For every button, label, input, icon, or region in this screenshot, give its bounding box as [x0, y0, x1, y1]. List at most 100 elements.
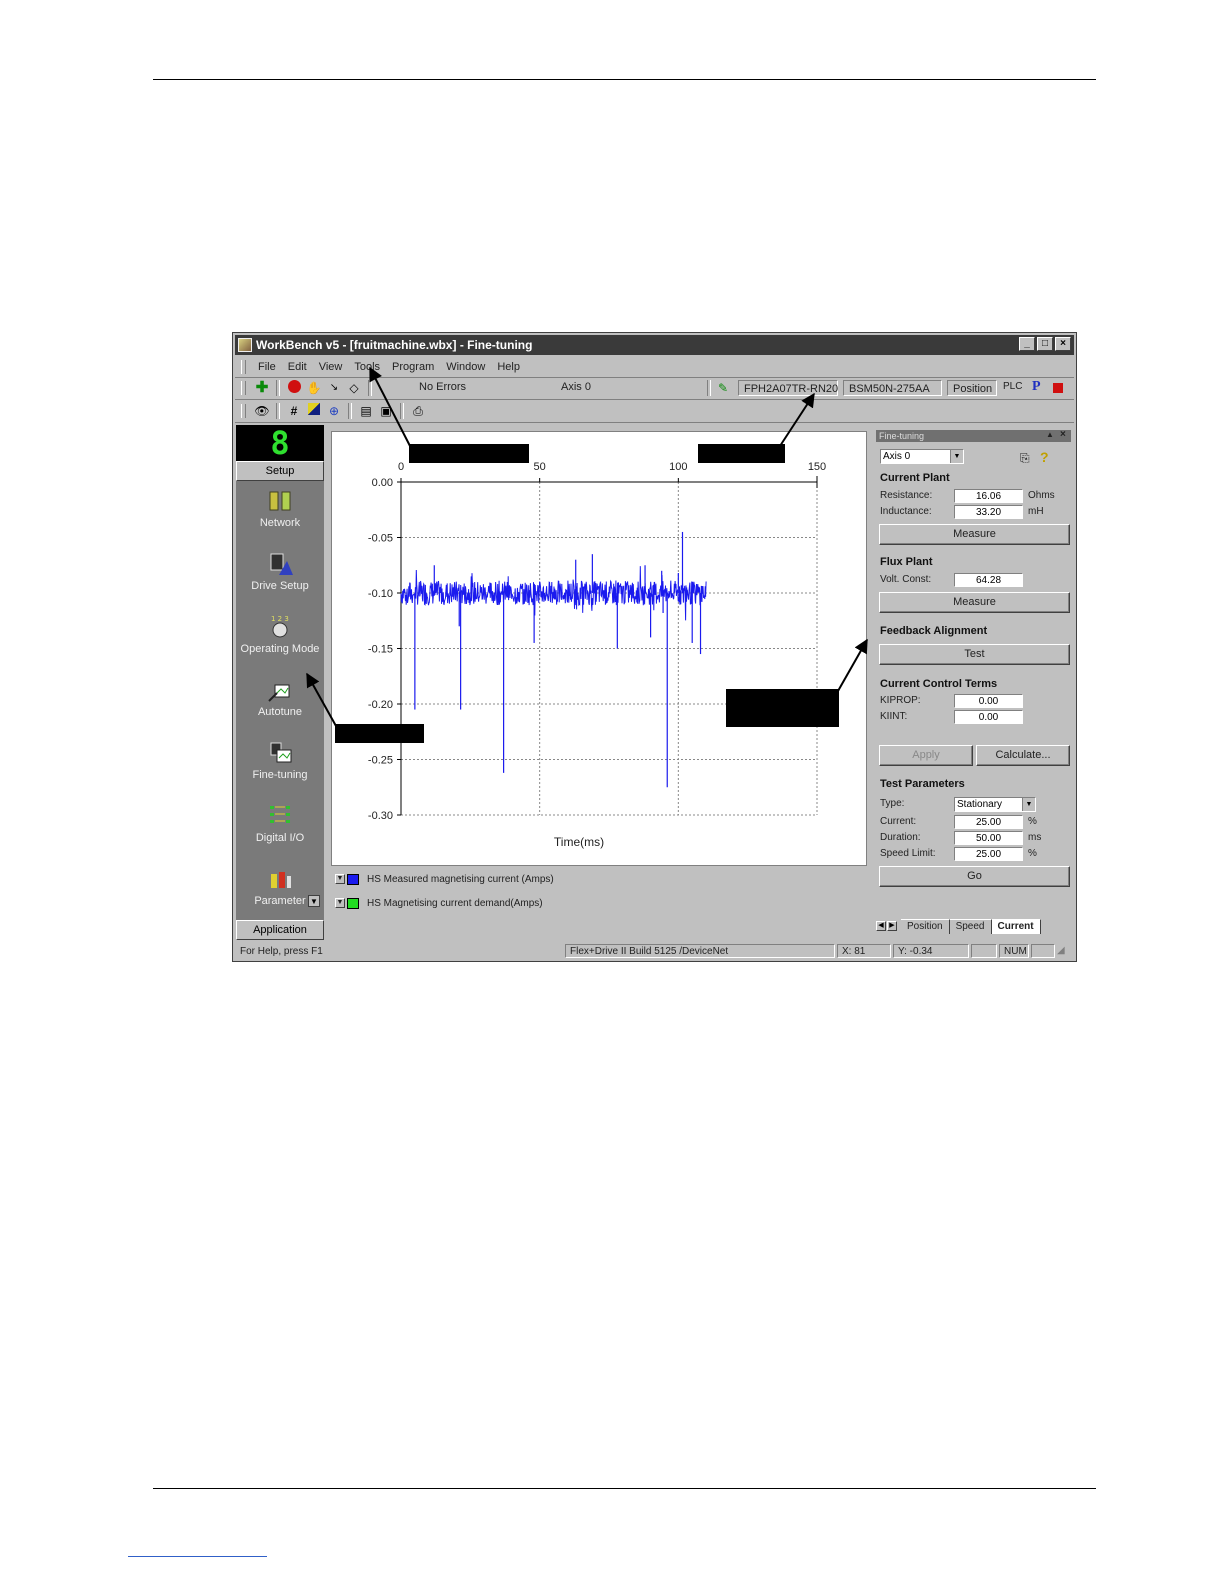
reset-icon[interactable]: ↘: [326, 380, 342, 396]
kiint-label: KIINT:: [880, 711, 908, 722]
panel-collapse-icon[interactable]: ▲: [1046, 430, 1054, 439]
grid-icon[interactable]: #: [286, 403, 302, 419]
header-rule: [153, 79, 1096, 80]
tab-scroll-right-icon[interactable]: ▶: [887, 921, 897, 931]
hand-icon[interactable]: ✋: [306, 380, 322, 396]
close-icon[interactable]: ×: [1055, 337, 1071, 351]
legend-item[interactable]: ▼ HS Magnetising current demand(Amps): [331, 895, 543, 911]
tab-scroll-left-icon[interactable]: ◀: [876, 921, 886, 931]
kiprop-field[interactable]: 0.00: [954, 694, 1023, 708]
stop-icon[interactable]: [286, 380, 302, 396]
app-icon: [238, 338, 252, 352]
sidebar-item-parameter[interactable]: Parameter ▼: [236, 865, 324, 907]
apply-button[interactable]: Apply: [879, 745, 973, 766]
legend-item[interactable]: ▼ HS Measured magnetising current (Amps): [331, 871, 554, 887]
inductance-field[interactable]: 33.20: [954, 505, 1023, 519]
sidebar-scroll-down-icon[interactable]: ▼: [308, 895, 320, 907]
sidebar-item-network[interactable]: Network: [236, 487, 324, 529]
duration-field[interactable]: 50.00: [954, 831, 1023, 845]
save-icon[interactable]: ▣: [378, 403, 394, 419]
sidebar-item-operating-mode[interactable]: 1 2 3 Operating Mode: [236, 613, 324, 655]
setup-header[interactable]: Setup: [236, 461, 324, 481]
eraser-icon[interactable]: ◇: [346, 380, 362, 396]
motor-model-field[interactable]: BSM50N-275AA: [843, 380, 942, 396]
chevron-down-icon: ▼: [950, 450, 963, 463]
type-label: Type:: [880, 798, 905, 809]
menu-program[interactable]: Program: [386, 361, 440, 373]
duration-label: Duration:: [880, 832, 921, 843]
footer-link-underline[interactable]: [128, 1556, 267, 1557]
y-tick-label: -0.30: [368, 810, 393, 822]
kiint-field[interactable]: 0.00: [954, 710, 1023, 724]
feedback-alignment-heading: Feedback Alignment: [880, 625, 988, 637]
record-icon[interactable]: [1053, 383, 1063, 393]
svg-text:1 2 3: 1 2 3: [271, 615, 289, 623]
axis-select[interactable]: Axis 0 ▼: [880, 449, 964, 464]
test-parameters-heading: Test Parameters: [880, 778, 965, 790]
status-bar: For Help, press F1 Flex+Drive II Build 5…: [235, 942, 1074, 959]
open-icon[interactable]: ▤: [358, 403, 374, 419]
current-plot[interactable]: 0 50 100 150 0.00 -0.05 -0.10 -0.15 -0.20 -0.25 -0…: [332, 432, 866, 865]
redaction-box: [335, 724, 424, 743]
application-header[interactable]: Application: [236, 920, 324, 940]
p-label[interactable]: P: [1032, 379, 1041, 395]
type-select[interactable]: Stationary ▼: [954, 797, 1036, 812]
drive-model-field[interactable]: FPH2A07TR-RN20: [738, 380, 838, 396]
copy-icon[interactable]: ⎘: [1020, 451, 1030, 466]
parameter-icon: [266, 865, 294, 893]
inductance-label: Inductance:: [880, 506, 932, 517]
menu-file[interactable]: File: [252, 361, 282, 373]
add-icon[interactable]: ✚: [254, 380, 270, 396]
menu-edit[interactable]: Edit: [282, 361, 313, 373]
window-title: WorkBench v5 - [fruitmachine.wbx] - Fine…: [256, 338, 533, 352]
legend-label: HS Magnetising current demand(Amps): [367, 897, 543, 909]
tab-current[interactable]: Current: [991, 918, 1041, 934]
eye-icon[interactable]: 👁: [254, 403, 270, 419]
minimize-icon[interactable]: _: [1019, 337, 1035, 351]
speed-limit-unit: %: [1028, 848, 1037, 859]
test-button[interactable]: Test: [879, 644, 1070, 665]
panel-title: Fine-tuning: [876, 430, 1071, 442]
mode-field[interactable]: Position: [947, 380, 997, 396]
plot-legend: ▼ HS Measured magnetising current (Amps)…: [331, 871, 865, 941]
tab-position[interactable]: Position: [901, 918, 950, 934]
resistance-field[interactable]: 16.06: [954, 489, 1023, 503]
sidebar-item-fine-tuning[interactable]: Fine-tuning: [236, 739, 324, 781]
tab-speed[interactable]: Speed: [949, 918, 992, 934]
sidebar-item-autotune[interactable]: Autotune: [236, 676, 324, 718]
current-unit: %: [1028, 816, 1037, 827]
resize-grip-icon[interactable]: ◢: [1057, 945, 1065, 956]
measure-flux-button[interactable]: Measure: [879, 592, 1070, 613]
help-icon[interactable]: ?: [1040, 449, 1049, 465]
sidebar-item-digital-io[interactable]: Digital I/O: [236, 802, 324, 844]
print-icon[interactable]: ⎙: [410, 403, 426, 419]
current-field[interactable]: 25.00: [954, 815, 1023, 829]
view-toolbar: 👁 # ⊕ ▤ ▣ ⎙: [235, 400, 1074, 423]
menu-tools[interactable]: Tools: [348, 361, 386, 373]
zoom-fit-icon[interactable]: ⊕: [326, 403, 342, 419]
sidebar-label-operating-mode: Operating Mode: [240, 643, 320, 655]
menu-view[interactable]: View: [313, 361, 349, 373]
sidebar-label-digital-io: Digital I/O: [255, 832, 305, 844]
panel-close-icon[interactable]: ×: [1060, 429, 1066, 440]
measure-current-button[interactable]: Measure: [879, 524, 1070, 545]
control-terms-heading: Current Control Terms: [880, 678, 998, 690]
menu-window[interactable]: Window: [440, 361, 491, 373]
footer-rule: [153, 1488, 1096, 1489]
maximize-icon[interactable]: □: [1037, 337, 1053, 351]
go-button[interactable]: Go: [879, 866, 1070, 887]
sidebar: 8 Setup Network Drive Setup 1 2 3 Operat…: [236, 425, 324, 940]
menu-help[interactable]: Help: [491, 361, 526, 373]
speed-limit-field[interactable]: 25.00: [954, 847, 1023, 861]
x-tick-label: 50: [534, 461, 546, 473]
title-bar[interactable]: WorkBench v5 - [fruitmachine.wbx] - Fine…: [235, 335, 1074, 355]
connect-icon[interactable]: ✎: [715, 380, 731, 396]
calculate-button[interactable]: Calculate...: [976, 745, 1070, 766]
volt-const-field[interactable]: 64.28: [954, 573, 1023, 587]
legend-dropdown-icon[interactable]: ▼: [335, 874, 345, 884]
plot-panel[interactable]: 0 50 100 150 0.00 -0.05 -0.10 -0.15 -0.20 -0.25 -0…: [331, 431, 867, 866]
chart-icon[interactable]: [306, 403, 322, 419]
legend-dropdown-icon[interactable]: ▼: [335, 898, 345, 908]
plc-label[interactable]: PLC: [1003, 381, 1022, 392]
sidebar-item-drive-setup[interactable]: Drive Setup: [236, 550, 324, 592]
